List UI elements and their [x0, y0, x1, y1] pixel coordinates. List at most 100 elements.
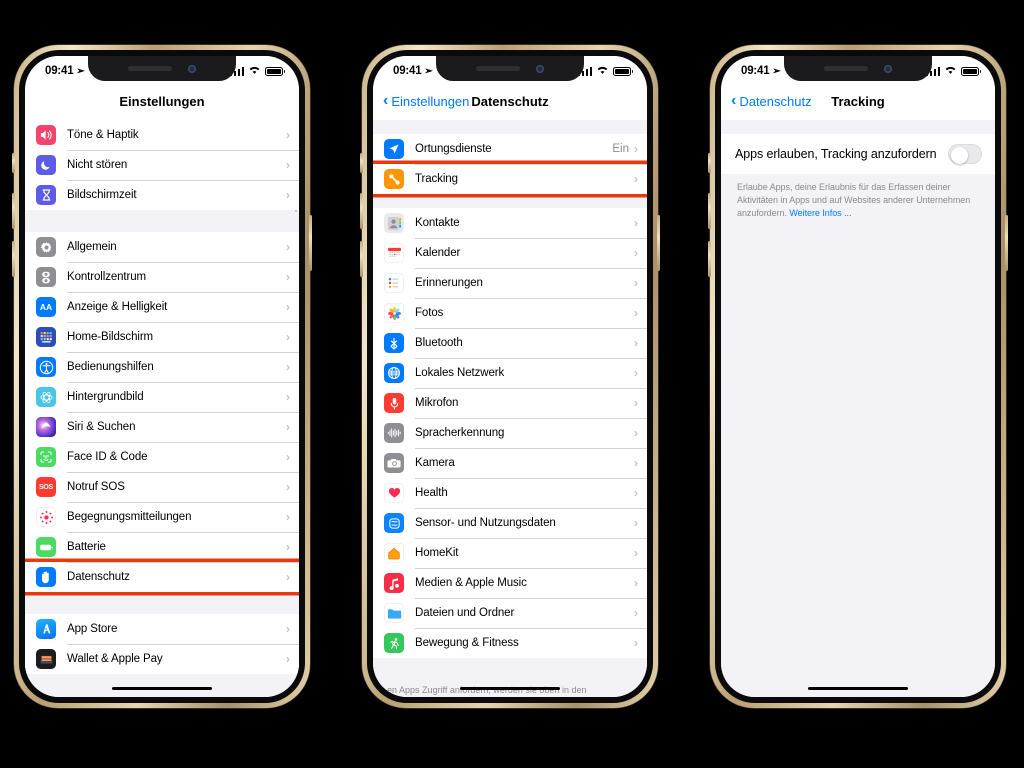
notch [436, 56, 584, 81]
row-label: Allgemein [67, 241, 117, 253]
power-button[interactable] [657, 215, 660, 271]
row-value: Ein [612, 143, 629, 155]
chevron-right-icon: › [634, 366, 638, 380]
toggle-knob [950, 146, 968, 164]
volume-up-button[interactable] [360, 193, 363, 229]
sidebar-item-speech-recognition[interactable]: Spracherkennung › [373, 418, 647, 448]
chevron-right-icon: › [634, 216, 638, 230]
sidebar-item-do-not-disturb[interactable]: Nicht stören › [25, 150, 299, 180]
sound-icon [36, 125, 56, 145]
chevron-right-icon: › [634, 172, 638, 186]
display-aa-icon: AA [36, 297, 56, 317]
sidebar-item-display-brightness[interactable]: AA Anzeige & Helligkeit › [25, 292, 299, 322]
notch [88, 56, 236, 81]
sidebar-item-general[interactable]: Allgemein › [25, 232, 299, 262]
chevron-right-icon: › [286, 652, 290, 666]
mute-switch[interactable] [12, 153, 15, 173]
sidebar-item-accessibility[interactable]: Bedienungshilfen › [25, 352, 299, 382]
phone-3-bezel: 09:41 ➢ ‹ Datenschutz Tracking Apps erla… [715, 50, 1001, 703]
status-bar-left: 09:41 ➢ [45, 65, 85, 77]
sidebar-item-location-services[interactable]: Ortungsdienste Ein › [373, 134, 647, 164]
power-button[interactable] [309, 215, 312, 271]
row-label: Kamera [415, 457, 455, 469]
sidebar-item-camera[interactable]: Kamera › [373, 448, 647, 478]
sidebar-item-screen-time[interactable]: Bildschirmzeit › [25, 180, 299, 210]
row-label: Datenschutz [67, 571, 130, 583]
sidebar-item-tracking[interactable]: Tracking › [373, 164, 647, 194]
sidebar-item-photos[interactable]: Fotos › [373, 298, 647, 328]
home-indicator[interactable] [112, 686, 212, 690]
volume-up-button[interactable] [12, 193, 15, 229]
group-separator [373, 194, 647, 208]
volume-down-button[interactable] [360, 241, 363, 277]
phone-2-screen: 09:41 ➢ ‹ Einstellungen Datenschutz Ortu… [373, 56, 647, 697]
front-camera-icon [536, 64, 544, 73]
back-button[interactable]: ‹ Einstellungen [383, 93, 469, 109]
learn-more-link[interactable]: Weitere Infos ... [789, 208, 851, 218]
sidebar-item-health[interactable]: Health › [373, 478, 647, 508]
wifi-icon [248, 65, 261, 78]
chevron-right-icon: › [286, 390, 290, 404]
sidebar-item-contacts[interactable]: Kontakte › [373, 208, 647, 238]
sidebar-item-media-apple-music[interactable]: Medien & Apple Music › [373, 568, 647, 598]
row-label: Hintergrundbild [67, 391, 144, 403]
sidebar-item-motion-fitness[interactable]: Bewegung & Fitness › [373, 628, 647, 658]
sidebar-item-exposure-notifications[interactable]: Begegnungsmitteilungen › [25, 502, 299, 532]
sidebar-item-sounds[interactable]: Töne & Haptik › [25, 120, 299, 150]
sidebar-item-bluetooth[interactable]: Bluetooth › [373, 328, 647, 358]
chevron-right-icon: › [634, 456, 638, 470]
power-button[interactable] [1005, 215, 1008, 271]
sidebar-item-microphone[interactable]: Mikrofon › [373, 388, 647, 418]
row-label: Siri & Suchen [67, 421, 136, 433]
chevron-right-icon: › [634, 576, 638, 590]
home-indicator[interactable] [808, 686, 908, 690]
sidebar-item-datenschutz[interactable]: Datenschutz › [25, 562, 299, 592]
sidebar-item-app-store[interactable]: App Store › [25, 614, 299, 644]
sidebar-item-wallpaper[interactable]: Hintergrundbild › [25, 382, 299, 412]
mute-switch[interactable] [708, 153, 711, 173]
sidebar-item-wallet[interactable]: Wallet & Apple Pay › [25, 644, 299, 674]
chevron-right-icon: › [286, 480, 290, 494]
bluetooth-icon [384, 333, 404, 353]
sidebar-item-home-screen[interactable]: Home-Bildschirm › [25, 322, 299, 352]
volume-down-button[interactable] [12, 241, 15, 277]
allow-tracking-toggle[interactable] [948, 144, 982, 164]
gear-icon [36, 237, 56, 257]
battery-icon [265, 66, 285, 76]
mute-switch[interactable] [360, 153, 363, 173]
row-label: Fotos [415, 307, 444, 319]
home-indicator[interactable] [460, 686, 560, 690]
notch [784, 56, 932, 81]
sidebar-item-emergency-sos[interactable]: SOS Notruf SOS › [25, 472, 299, 502]
sidebar-item-files-folders[interactable]: Dateien und Ordner › [373, 598, 647, 628]
sidebar-item-control-center[interactable]: Kontrollzentrum › [25, 262, 299, 292]
location-arrow-icon: ➢ [772, 65, 781, 77]
settings-list-2[interactable]: Ortungsdienste Ein › Tracking › Kontakte… [373, 120, 647, 697]
row-label: Mikrofon [415, 397, 459, 409]
sidebar-item-calendar[interactable]: Kalender › [373, 238, 647, 268]
sidebar-item-research-sensor[interactable]: Sensor- und Nutzungsdaten › [373, 508, 647, 538]
settings-list-1[interactable]: Töne & Haptik › Nicht stören › Bildschir… [25, 120, 299, 697]
location-arrow-icon: ➢ [424, 65, 433, 77]
speaker-grille-icon [824, 66, 868, 71]
face-id-icon [36, 447, 56, 467]
homekit-icon [384, 543, 404, 563]
sidebar-item-face-id[interactable]: Face ID & Code › [25, 442, 299, 472]
allow-tracking-row[interactable]: Apps erlauben, Tracking anzufordern [721, 134, 995, 174]
sidebar-item-local-network[interactable]: Lokales Netzwerk › [373, 358, 647, 388]
phone-2: 09:41 ➢ ‹ Einstellungen Datenschutz Ortu… [360, 45, 660, 708]
sidebar-item-reminders[interactable]: Erinnerungen › [373, 268, 647, 298]
volume-down-button[interactable] [708, 241, 711, 277]
row-label: Töne & Haptik [67, 129, 139, 141]
status-time: 09:41 [741, 65, 770, 77]
sidebar-item-battery[interactable]: Batterie › [25, 532, 299, 562]
back-button[interactable]: ‹ Datenschutz [731, 93, 812, 109]
row-label: Bluetooth [415, 337, 463, 349]
volume-up-button[interactable] [708, 193, 711, 229]
chevron-left-icon: ‹ [731, 92, 737, 109]
sidebar-item-siri-search[interactable]: Siri & Suchen › [25, 412, 299, 442]
sidebar-item-homekit[interactable]: HomeKit › [373, 538, 647, 568]
tracking-footnote: Erlaube Apps, deine Erlaubnis für das Er… [721, 174, 995, 220]
chevron-right-icon: › [634, 142, 638, 156]
privacy-group-1: Ortungsdienste Ein › Tracking › [373, 134, 647, 194]
